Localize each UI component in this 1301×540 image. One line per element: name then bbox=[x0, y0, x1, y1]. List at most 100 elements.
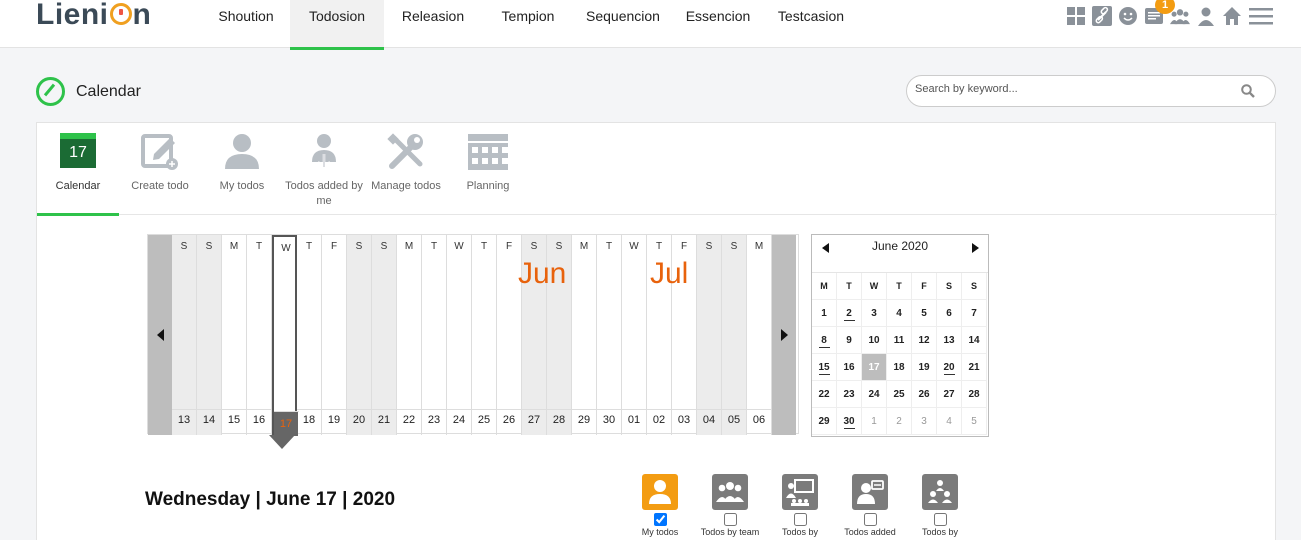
mini-day-cell[interactable]: 18 bbox=[887, 354, 912, 381]
tool-my-todos[interactable]: My todos bbox=[201, 123, 283, 215]
mini-day-cell[interactable]: 5 bbox=[962, 408, 987, 435]
mini-weekday-header: W bbox=[862, 273, 887, 300]
nav-testcasion[interactable]: Testcasion bbox=[764, 0, 858, 50]
filter-todos-by-hierarchy-checkbox[interactable] bbox=[933, 513, 947, 526]
mini-day-cell[interactable]: 12 bbox=[912, 327, 937, 354]
mini-day-cell[interactable]: 13 bbox=[937, 327, 962, 354]
strip-day-14[interactable]: S 14 bbox=[197, 235, 222, 435]
strip-day-21[interactable]: S 21 bbox=[372, 235, 397, 435]
mini-day-cell[interactable]: 25 bbox=[887, 381, 912, 408]
mini-day-cell[interactable]: 20 bbox=[937, 354, 962, 381]
mini-day-cell[interactable]: 21 bbox=[962, 354, 987, 381]
mini-day-cell[interactable]: 1 bbox=[862, 408, 887, 435]
nav-releasion[interactable]: Releasion bbox=[384, 0, 482, 50]
filter-todos-added-label: Todos added bbox=[844, 527, 896, 537]
lienion-logo[interactable]: Lieni n bbox=[36, 0, 151, 32]
strip-day-23[interactable]: T 23 bbox=[422, 235, 447, 435]
strip-day-15[interactable]: M 15 bbox=[222, 235, 247, 435]
mini-day-cell[interactable]: 14 bbox=[962, 327, 987, 354]
strip-weekday: T bbox=[655, 241, 663, 252]
mini-day-cell[interactable]: 23 bbox=[837, 381, 862, 408]
mini-day-cell[interactable]: 5 bbox=[912, 300, 937, 327]
strip-day-04[interactable]: S 04 bbox=[697, 235, 722, 435]
mini-day-cell[interactable]: 22 bbox=[812, 381, 837, 408]
strip-weekday: T bbox=[255, 241, 263, 252]
strip-day-13[interactable]: S 13 bbox=[172, 235, 197, 435]
presenter-filter-icon[interactable] bbox=[782, 474, 818, 510]
mini-day-cell[interactable]: 19 bbox=[912, 354, 937, 381]
nav-tempion[interactable]: Tempion bbox=[482, 0, 574, 50]
filter-todos-by-presenter-checkbox[interactable] bbox=[793, 513, 807, 526]
mini-day-cell[interactable]: 26 bbox=[912, 381, 937, 408]
strip-day-18[interactable]: T 18 bbox=[297, 235, 322, 435]
mini-day-cell[interactable]: 28 bbox=[962, 381, 987, 408]
strip-day-number: 05 bbox=[727, 414, 741, 426]
mini-next-month-icon[interactable] bbox=[972, 243, 979, 253]
mini-day-cell[interactable]: 27 bbox=[937, 381, 962, 408]
mini-day-cell[interactable]: 11 bbox=[887, 327, 912, 354]
strip-day-22[interactable]: M 22 bbox=[397, 235, 422, 435]
team-filter-icon[interactable] bbox=[712, 474, 748, 510]
nav-essencion[interactable]: Essencion bbox=[672, 0, 764, 50]
strip-day-01[interactable]: W 01 bbox=[622, 235, 647, 435]
mini-day-cell[interactable]: 30 bbox=[837, 408, 862, 435]
mini-calendar-grid: M T W T F S S 1 2 3 4 5 6 7 8 9 10 11 12 13 14 15 16 17 18 19 20 21… bbox=[812, 273, 988, 435]
strip-day-30[interactable]: T 30 bbox=[597, 235, 622, 435]
mini-day-cell[interactable]: 10 bbox=[862, 327, 887, 354]
mini-day-cell[interactable]: 6 bbox=[937, 300, 962, 327]
tool-create-todo[interactable]: Create todo bbox=[119, 123, 201, 215]
strip-day-number: 30 bbox=[602, 414, 616, 426]
user-icon[interactable] bbox=[1196, 6, 1216, 26]
tool-manage-todos[interactable]: Manage todos bbox=[365, 123, 447, 215]
strip-day-19[interactable]: F 19 bbox=[322, 235, 347, 435]
strip-day-05[interactable]: S 05 bbox=[722, 235, 747, 435]
mini-day-cell[interactable]: 29 bbox=[812, 408, 837, 435]
strip-day-29[interactable]: M 29 bbox=[572, 235, 597, 435]
mini-day-cell[interactable]: 3 bbox=[912, 408, 937, 435]
filter-todos-added-checkbox[interactable] bbox=[863, 513, 877, 526]
home-icon[interactable] bbox=[1222, 6, 1242, 26]
strip-day-17[interactable]: W 17 bbox=[272, 235, 299, 436]
my-todos-filter-icon[interactable] bbox=[642, 474, 678, 510]
strip-next-button[interactable] bbox=[772, 235, 796, 435]
filter-todos-by-team-checkbox[interactable] bbox=[723, 513, 737, 526]
mini-day-cell[interactable]: 2 bbox=[837, 300, 862, 327]
mini-day-cell[interactable]: 9 bbox=[837, 327, 862, 354]
mini-day-cell[interactable]: 24 bbox=[862, 381, 887, 408]
arrow-left-icon bbox=[156, 329, 164, 341]
mini-day-cell[interactable]: 8 bbox=[812, 327, 837, 354]
mini-day-cell[interactable]: 2 bbox=[887, 408, 912, 435]
smiley-icon[interactable] bbox=[1118, 6, 1138, 26]
tool-planning[interactable]: Planning bbox=[447, 123, 529, 215]
menu-icon[interactable] bbox=[1248, 6, 1274, 26]
strip-day-06[interactable]: M 06 bbox=[747, 235, 772, 435]
tool-calendar[interactable]: 17 Calendar bbox=[37, 123, 119, 216]
search-input[interactable] bbox=[915, 83, 1215, 95]
todos-added-filter-icon[interactable] bbox=[852, 474, 888, 510]
mini-day-cell[interactable]: 1 bbox=[812, 300, 837, 327]
mini-day-cell[interactable]: 4 bbox=[937, 408, 962, 435]
strip-weekday: T bbox=[305, 241, 313, 252]
strip-day-25[interactable]: T 25 bbox=[472, 235, 497, 435]
mini-day-cell[interactable]: 4 bbox=[887, 300, 912, 327]
mini-day-cell[interactable]: 7 bbox=[962, 300, 987, 327]
mini-day-cell[interactable]: 3 bbox=[862, 300, 887, 327]
grid-icon[interactable] bbox=[1066, 6, 1086, 26]
mini-day-cell[interactable]: 16 bbox=[837, 354, 862, 381]
strip-day-20[interactable]: S 20 bbox=[347, 235, 372, 435]
tool-todos-added-by-me[interactable]: Todos added by me bbox=[283, 123, 365, 215]
mini-day-cell[interactable]: 17 bbox=[862, 354, 887, 381]
hierarchy-filter-icon[interactable] bbox=[922, 474, 958, 510]
strip-day-number: 21 bbox=[377, 414, 391, 426]
strip-prev-button[interactable] bbox=[148, 235, 172, 435]
search-icon[interactable] bbox=[1241, 84, 1255, 98]
nav-todosion[interactable]: Todosion bbox=[290, 0, 384, 50]
filter-my-todos-checkbox[interactable] bbox=[653, 513, 667, 526]
nav-shoution[interactable]: Shoution bbox=[202, 0, 290, 50]
mini-day-cell[interactable]: 15 bbox=[812, 354, 837, 381]
mini-week-row: 8 9 10 11 12 13 14 bbox=[812, 327, 988, 354]
link-icon[interactable] bbox=[1092, 6, 1112, 26]
strip-day-16[interactable]: T 16 bbox=[247, 235, 272, 435]
strip-day-24[interactable]: W 24 bbox=[447, 235, 472, 435]
nav-sequencion[interactable]: Sequencion bbox=[574, 0, 672, 50]
